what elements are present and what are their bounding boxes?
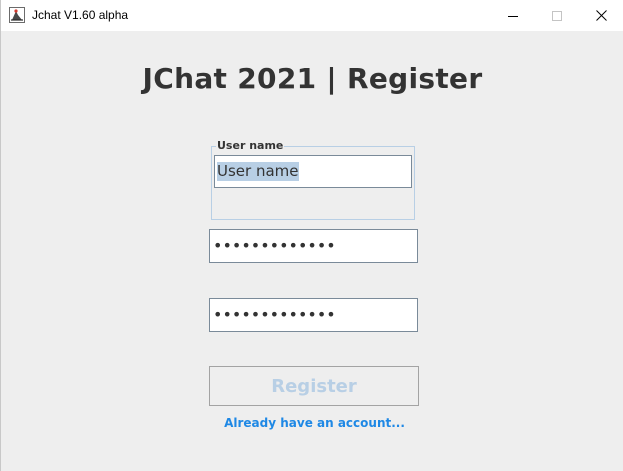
minimize-icon: [508, 6, 518, 25]
window-title: Jchat V1.60 alpha: [32, 8, 129, 22]
username-input[interactable]: User name: [214, 155, 412, 188]
close-button[interactable]: [578, 0, 623, 31]
confirm-password-value: •••••••••••••: [213, 305, 336, 324]
login-link[interactable]: Already have an account...: [1, 416, 623, 430]
minimize-button[interactable]: [490, 0, 536, 31]
username-value: User name: [217, 162, 299, 181]
password-input[interactable]: •••••••••••••: [209, 229, 418, 263]
maximize-button[interactable]: [534, 0, 580, 31]
java-duke-icon: [9, 7, 25, 23]
title-bar[interactable]: Jchat V1.60 alpha: [1, 0, 623, 31]
page-title: JChat 2021 | Register: [142, 62, 483, 95]
maximize-icon: [552, 6, 562, 25]
register-button[interactable]: Register: [209, 366, 419, 406]
close-icon: [595, 6, 607, 25]
confirm-password-input[interactable]: •••••••••••••: [209, 298, 418, 332]
password-value: •••••••••••••: [213, 236, 336, 255]
app-window: Jchat V1.60 alpha JChat 2021 | Register …: [0, 0, 623, 471]
username-legend: User name: [216, 139, 285, 152]
